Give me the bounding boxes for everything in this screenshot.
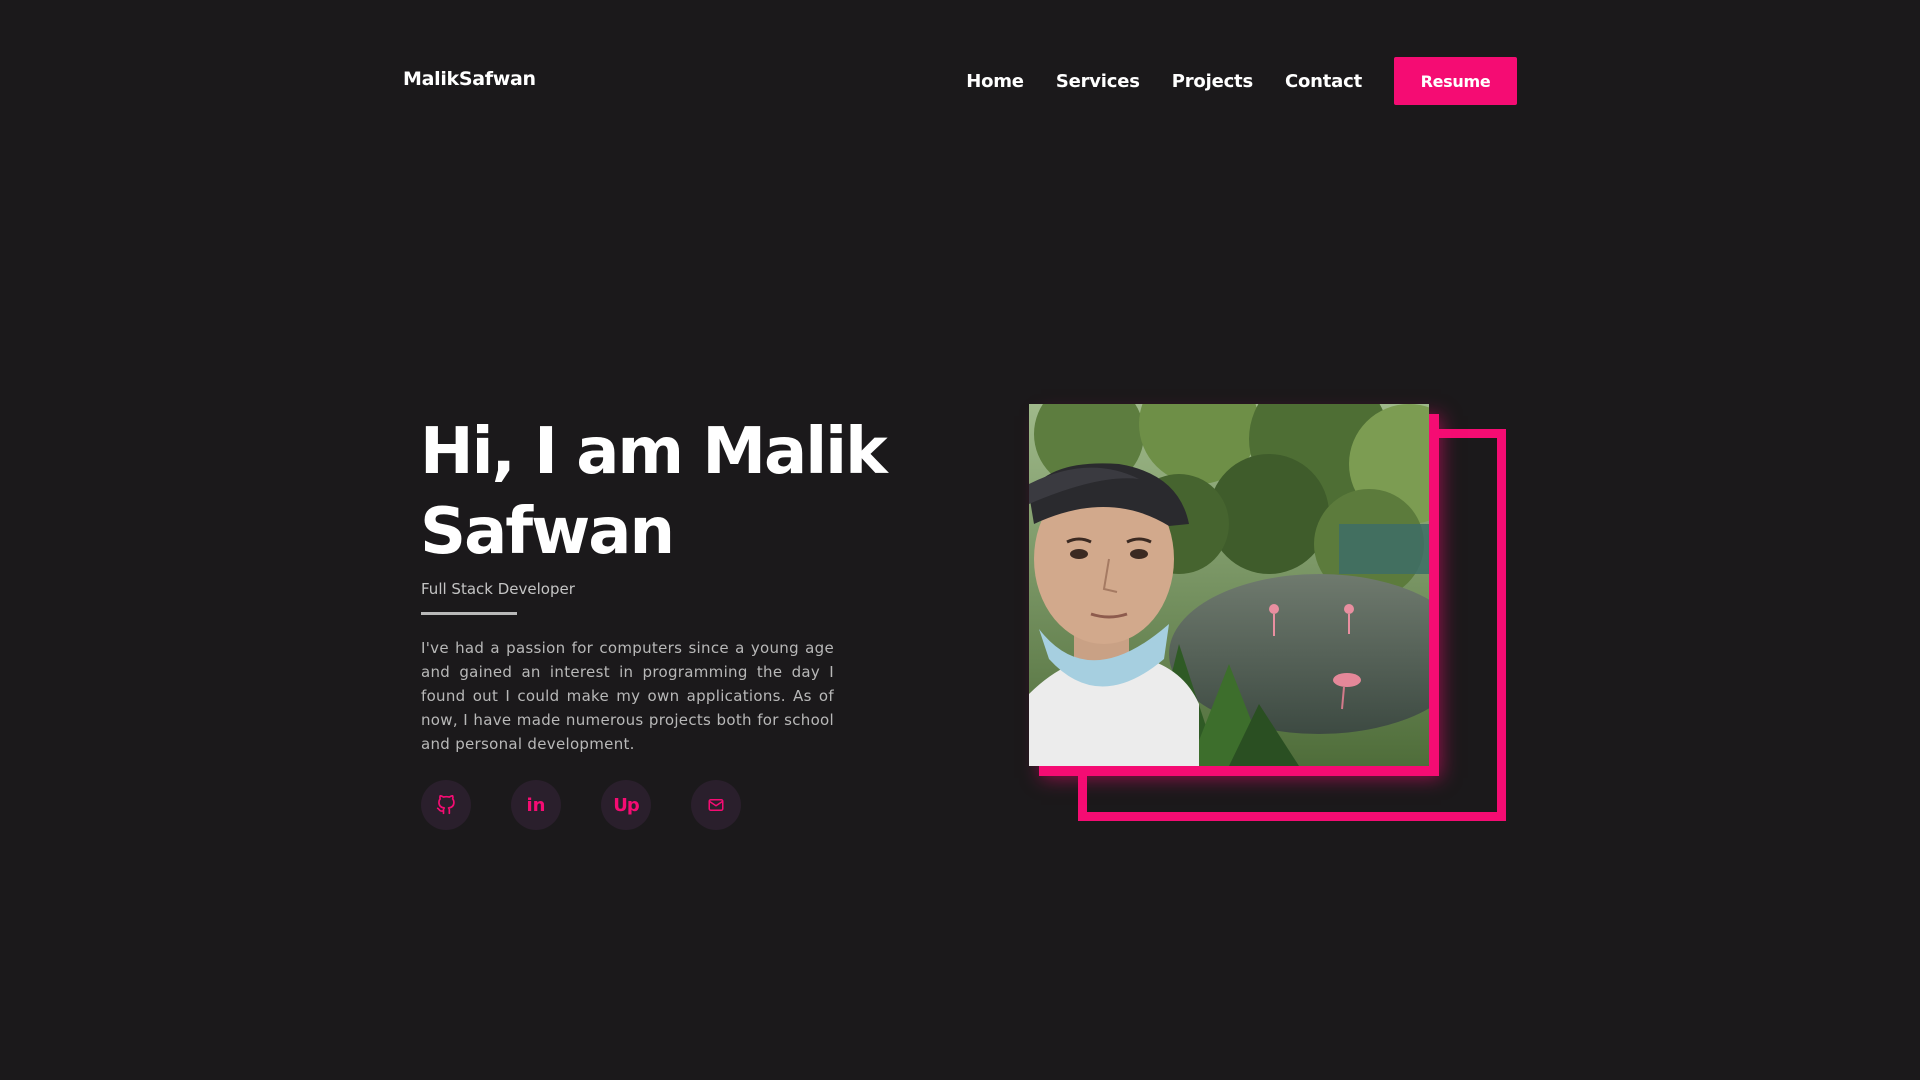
github-link[interactable] xyxy=(421,780,471,830)
main-nav: Home Services Projects Contact Resume xyxy=(934,57,1517,105)
nav-contact[interactable]: Contact xyxy=(1285,71,1362,92)
nav-home[interactable]: Home xyxy=(966,71,1024,92)
profile-photo xyxy=(1029,404,1429,766)
nav-projects[interactable]: Projects xyxy=(1172,71,1253,92)
hero-divider xyxy=(421,612,517,615)
hero-title: Hi, I am Malik Safwan xyxy=(420,415,888,569)
github-icon xyxy=(436,795,455,815)
upwork-link[interactable]: Up xyxy=(601,780,651,830)
social-links: in Up xyxy=(421,780,741,830)
linkedin-icon: in xyxy=(526,794,546,816)
nav-services[interactable]: Services xyxy=(1056,71,1140,92)
resume-button[interactable]: Resume xyxy=(1394,57,1517,105)
mail-icon xyxy=(708,799,724,811)
hero-role: Full Stack Developer xyxy=(421,580,575,598)
portfolio-page: MalikSafwan Home Services Projects Conta… xyxy=(0,0,1920,1080)
site-logo[interactable]: MalikSafwan xyxy=(403,68,536,90)
linkedin-link[interactable]: in xyxy=(511,780,561,830)
profile-photo-illustration xyxy=(1029,404,1429,766)
upwork-icon: Up xyxy=(613,794,639,816)
hero-bio: I've had a passion for computers since a… xyxy=(421,639,834,753)
email-link[interactable] xyxy=(691,780,741,830)
